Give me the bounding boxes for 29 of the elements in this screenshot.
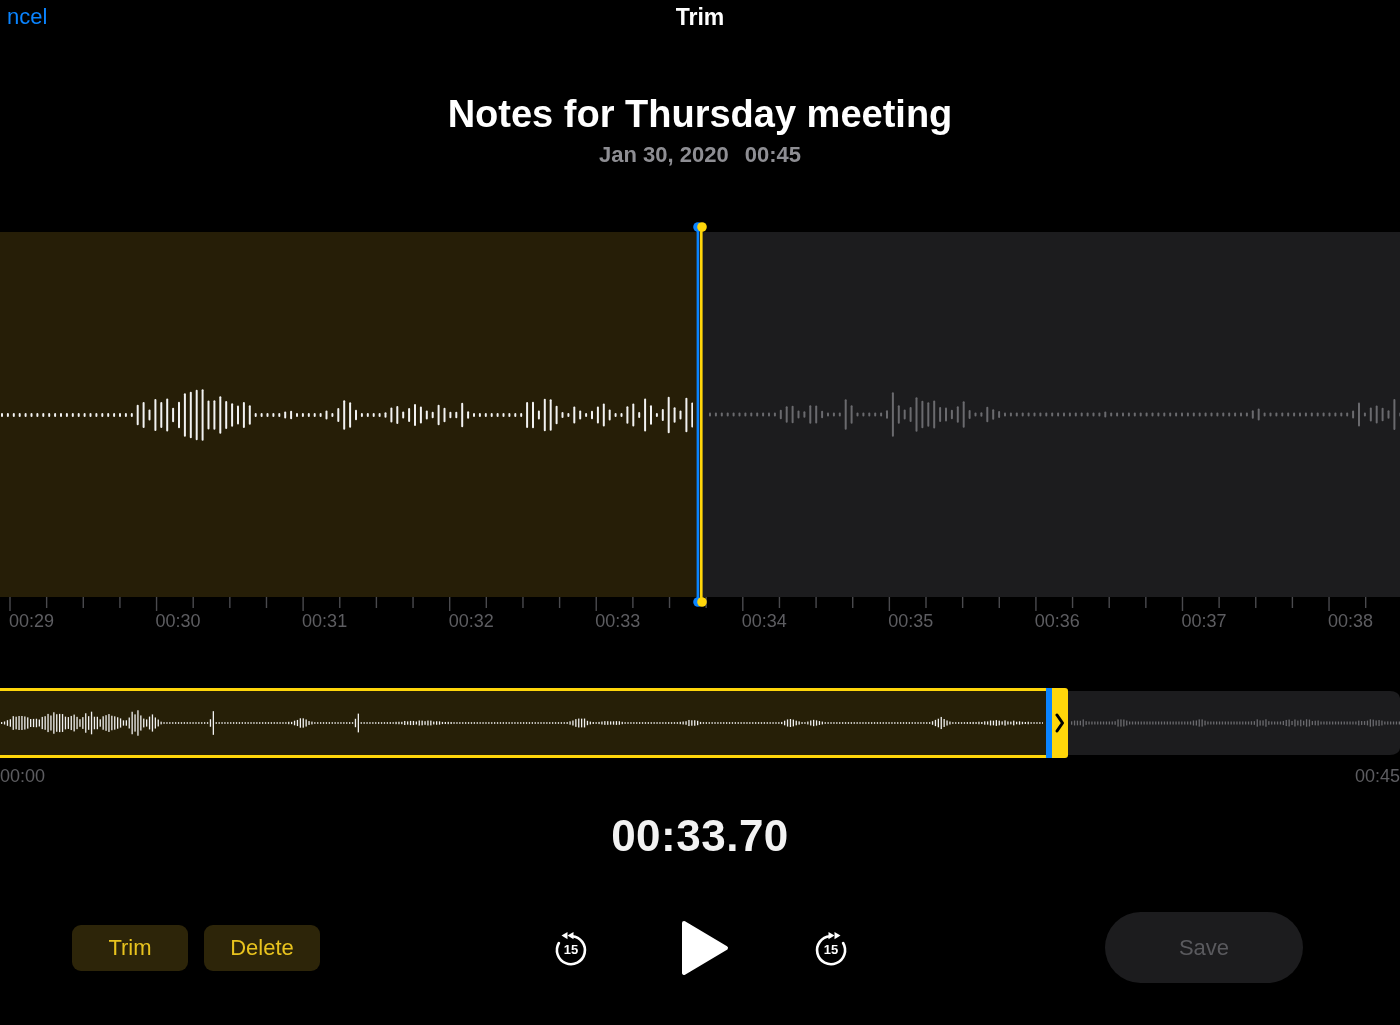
- overview-track[interactable]: [0, 688, 1400, 758]
- time-tick-label: 00:38: [1327, 611, 1373, 631]
- skip-forward-button[interactable]: 15: [811, 927, 851, 968]
- recording-date: Jan 30, 2020: [599, 142, 729, 168]
- time-tick-label: 00:30: [155, 611, 201, 631]
- time-tick-label: 00:29: [9, 611, 55, 631]
- time-tick-label: 00:31: [302, 611, 348, 631]
- skip-back-button[interactable]: 15: [551, 927, 591, 968]
- start-time-label: 00:00: [0, 766, 46, 786]
- end-time-label: 00:45: [1354, 766, 1400, 786]
- delete-button[interactable]: Delete: [204, 924, 320, 971]
- time-tick-label: 00:37: [1181, 611, 1227, 631]
- screen-title: Trim: [675, 3, 725, 31]
- cancel-button[interactable]: ncel: [7, 4, 48, 30]
- recording-title: Notes for Thursday meeting: [447, 92, 953, 137]
- play-icon: [681, 919, 729, 976]
- chevron-right-icon: [1055, 713, 1065, 733]
- play-button[interactable]: [681, 919, 729, 976]
- current-time: 00:33.70: [611, 811, 789, 861]
- waveform-track[interactable]: [0, 232, 1400, 597]
- time-tick-label: 00:32: [448, 611, 494, 631]
- trim-handle[interactable]: [1045, 688, 1068, 758]
- recording-duration: 00:45: [744, 142, 801, 168]
- time-tick-label: 00:34: [741, 611, 787, 631]
- time-tick-label: 00:36: [1034, 611, 1080, 631]
- playhead[interactable]: [693, 222, 707, 607]
- time-tick-label: 00:33: [595, 611, 641, 631]
- time-tick-label: 00:35: [888, 611, 934, 631]
- trim-button[interactable]: Trim: [72, 924, 188, 971]
